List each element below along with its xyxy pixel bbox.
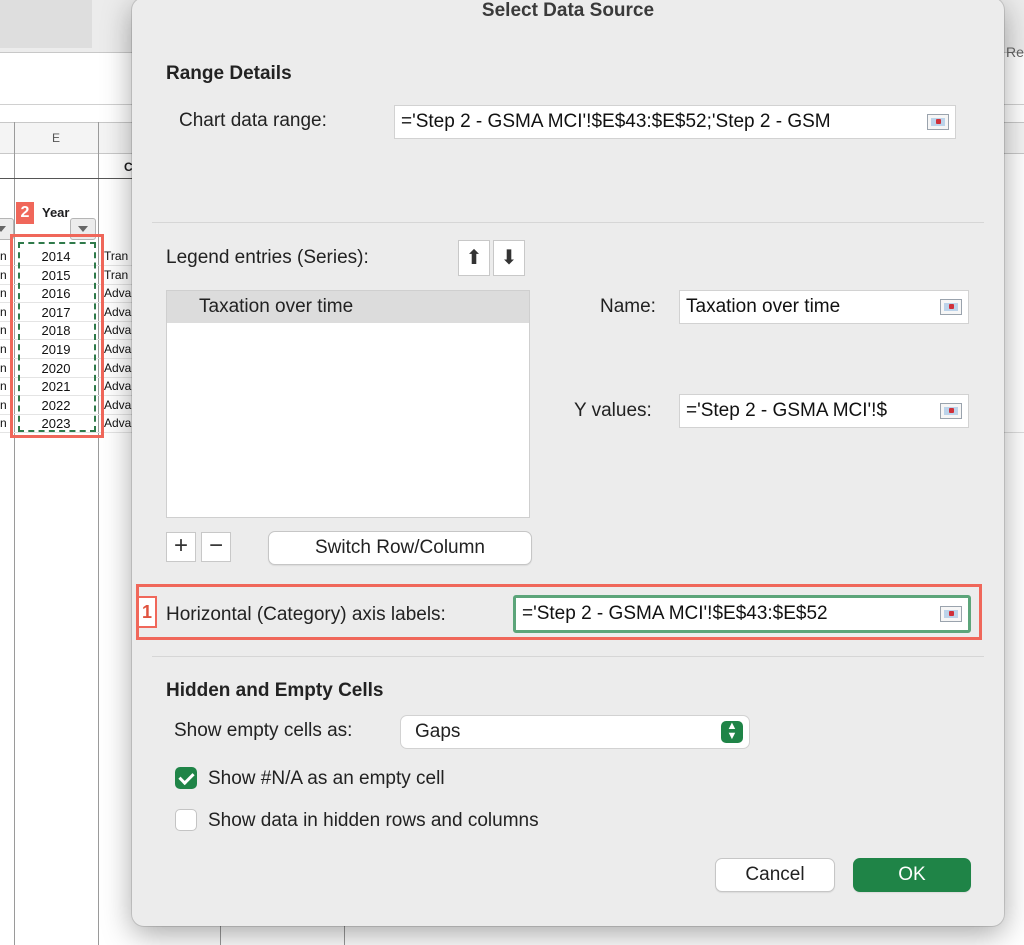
table-top-border [0,178,140,179]
category-axis-field[interactable]: ='Step 2 - GSMA MCI'!$E$43:$E$52 [513,595,971,633]
range-picker-icon[interactable] [940,403,962,419]
header-row [0,152,140,179]
section-divider [152,222,984,223]
show-na-as-empty-checkbox[interactable] [175,767,197,789]
category-axis-label: Horizontal (Category) axis labels: [166,604,446,625]
dialog-title: Select Data Source [481,0,655,21]
show-hidden-data-checkbox[interactable] [175,809,197,831]
callout-badge-2: 2 [16,202,34,224]
cut-ribbon-text: Re [1006,44,1024,60]
cell-text[interactable]: Tran [104,268,134,282]
copied-range-marquee [18,242,96,432]
series-list-item[interactable]: Taxation over time [167,291,529,323]
show-empty-cells-select[interactable]: Gaps ▲ ▼ [400,715,750,749]
show-hidden-data-label[interactable]: Show data in hidden rows and columns [208,810,539,832]
range-picker-icon[interactable] [927,114,949,130]
hidden-empty-heading: Hidden and Empty Cells [166,680,384,701]
cell-text[interactable]: Adva [104,361,134,375]
y-values-label: Y values: [574,400,652,421]
select-chevron-icon: ▲ ▼ [721,721,743,743]
cell-text[interactable]: Adva [104,342,134,356]
cell-text[interactable]: Adva [104,305,134,319]
select-data-source-dialog: Select Data Source Range Details Chart d… [132,0,1004,926]
move-series-down-button[interactable]: ⬇ [493,240,525,276]
chart-data-range-label: Chart data range: [179,110,327,131]
switch-row-column-button[interactable]: Switch Row/Column [268,531,532,565]
cell-text[interactable]: n [0,416,7,430]
cell-text[interactable]: n [0,249,7,263]
cell-text[interactable]: Tran [104,249,134,263]
ok-button[interactable]: OK [853,858,971,892]
show-empty-cells-value: Gaps [415,721,461,742]
series-name-label: Name: [600,296,656,317]
cell-text[interactable]: n [0,323,7,337]
chart-data-range-value: ='Step 2 - GSMA MCI'!$E$43:$E$52;'Step 2… [401,111,831,132]
cell-text[interactable]: Adva [104,286,134,300]
add-series-button[interactable]: + [166,532,196,562]
category-axis-value: ='Step 2 - GSMA MCI'!$E$43:$E$52 [522,603,828,624]
cell-text[interactable]: Adva [104,379,134,393]
cell-text[interactable]: Adva [104,416,134,430]
show-na-as-empty-label[interactable]: Show #N/A as an empty cell [208,768,445,790]
cell-text[interactable]: n [0,361,7,375]
cell-text[interactable]: n [0,305,7,319]
year-column-header: Year [42,205,70,220]
show-empty-cells-label: Show empty cells as: [174,720,353,741]
series-name-value: Taxation over time [686,296,841,317]
cancel-button[interactable]: Cancel [715,858,835,892]
range-details-heading: Range Details [166,63,292,84]
move-series-up-button[interactable]: ⬆ [458,240,490,276]
cell-text[interactable]: Adva [104,323,134,337]
range-picker-icon[interactable] [940,606,962,622]
remove-series-button[interactable]: − [201,532,231,562]
cell-text[interactable]: n [0,342,7,356]
callout-badge-1: 1 [137,596,157,628]
series-list[interactable]: Taxation over time [166,290,530,518]
y-values-value: ='Step 2 - GSMA MCI'!$ [686,400,888,421]
cell-text[interactable]: Adva [104,398,134,412]
cell-text[interactable]: n [0,286,7,300]
legend-entries-label: Legend entries (Series): [166,247,369,268]
column-letter-e[interactable]: E [52,131,60,145]
section-divider [152,656,984,657]
cell-text[interactable]: n [0,379,7,393]
series-name-field[interactable]: Taxation over time [679,290,969,324]
y-values-field[interactable]: ='Step 2 - GSMA MCI'!$ [679,394,969,428]
chart-data-range-field[interactable]: ='Step 2 - GSMA MCI'!$E$43:$E$52;'Step 2… [394,105,956,139]
range-picker-icon[interactable] [940,299,962,315]
cell-text[interactable]: n [0,268,7,282]
cell-text[interactable]: n [0,398,7,412]
ribbon-control [0,0,92,48]
background-line [1004,432,1024,433]
